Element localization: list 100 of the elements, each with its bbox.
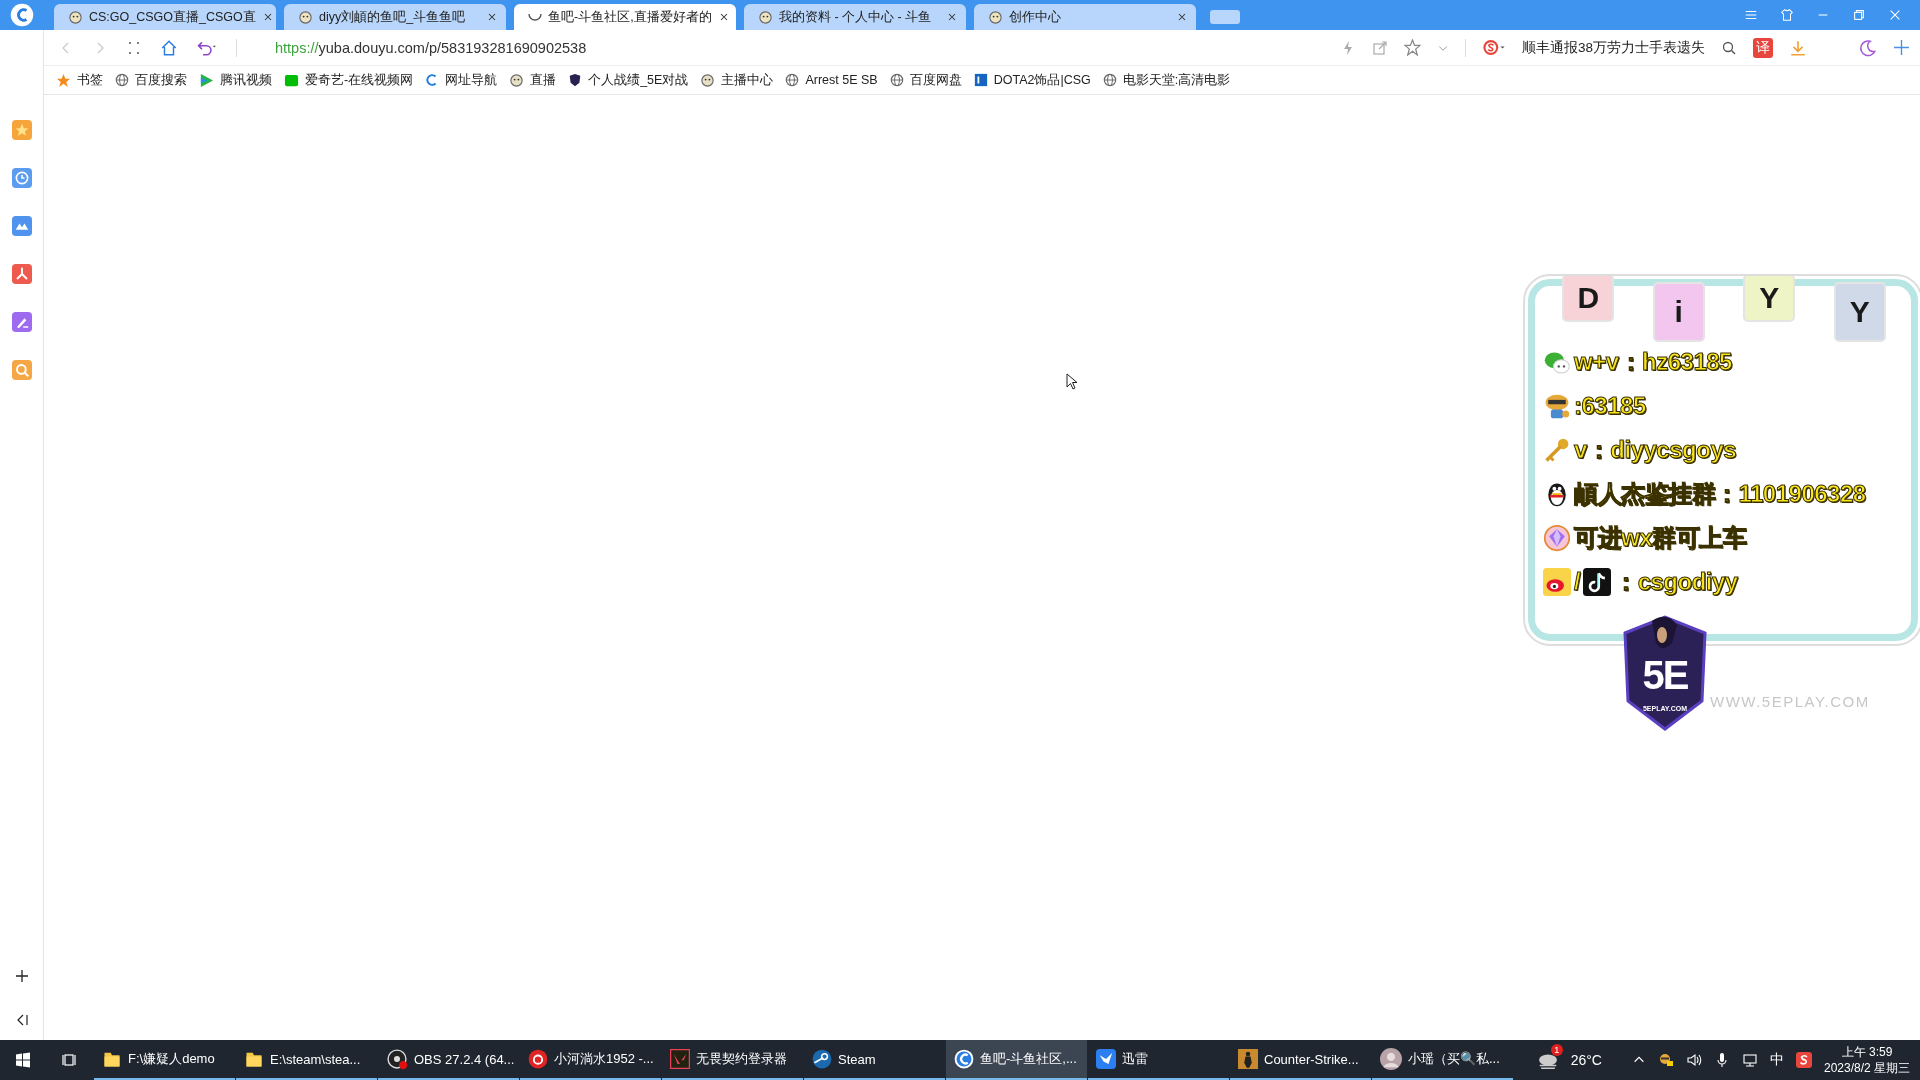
mascot-icon (758, 9, 773, 25)
mascot-icon (700, 72, 716, 88)
browser-tab[interactable]: CS:GO_CSGO直播_CSGO直 (54, 4, 276, 30)
pen-icon[interactable] (11, 312, 32, 332)
globe-icon (889, 73, 904, 87)
mascot-icon (298, 9, 313, 25)
bookmark[interactable]: 主播中心 (700, 71, 774, 89)
restore-icon[interactable] (1852, 8, 1866, 22)
taskbar-item[interactable]: F:\嫌疑人demo (94, 1040, 235, 1080)
shirt-icon[interactable] (1780, 8, 1794, 22)
share-icon[interactable] (1371, 39, 1388, 56)
app-icon (284, 72, 299, 88)
taskbar-item[interactable]: E:\steam\stea... (236, 1040, 377, 1080)
weibo-icon (1543, 568, 1571, 596)
temperature-text[interactable]: 26°C (1570, 1052, 1602, 1068)
play-icon (199, 72, 214, 88)
key-icon (1543, 436, 1571, 464)
overlay-text: ：csgodiyy (1614, 567, 1738, 597)
globe-icon (785, 73, 800, 87)
translate-button[interactable]: 译 (1753, 37, 1773, 58)
overlay-text: / (1574, 568, 1581, 596)
star-outline-icon[interactable] (1403, 39, 1421, 56)
square-icon (973, 73, 988, 87)
website-text: WWW.5EPLAY.COM (1710, 693, 1870, 710)
bookmark[interactable]: 书签 (56, 71, 103, 89)
mascot-icon (509, 72, 525, 88)
cloud-icon[interactable] (11, 216, 32, 236)
music-note-icon (1583, 568, 1612, 596)
bookmark[interactable]: 百度搜索 (115, 71, 187, 89)
browser-icon (954, 1049, 974, 1069)
letter-card: Y (1833, 282, 1886, 342)
menu-icon[interactable] (1744, 8, 1758, 22)
bookmark[interactable]: 爱奇艺-在线视频网 (284, 71, 414, 89)
bookmark[interactable]: 腾讯视频 (199, 71, 272, 89)
bookmark[interactable]: 百度网盘 (889, 71, 962, 89)
overlay-text: 可进wx群可上车 (1574, 523, 1746, 553)
address-field[interactable]: https://yuba.douyu.com/p/583193281690902538 (275, 39, 587, 56)
steam-icon (812, 1049, 832, 1069)
letter-card: D (1562, 274, 1615, 322)
mascot-icon (988, 9, 1003, 25)
browser-tab[interactable]: 鱼吧-斗鱼社区,直播爱好者的 (514, 4, 736, 30)
bookmark[interactable]: 网址导航 (425, 71, 498, 89)
bookmark[interactable]: 直播 (509, 71, 557, 89)
clock[interactable]: 上午 3:59 2023/8/2 星期三 (1823, 1044, 1910, 1076)
dots-icon[interactable] (126, 39, 142, 56)
input-method-icon[interactable] (1795, 1052, 1812, 1068)
shield-icon (568, 73, 583, 87)
network-icon[interactable] (1741, 1052, 1758, 1068)
bird-icon (1096, 1049, 1116, 1069)
input-method-indicator[interactable]: 中 (1769, 1051, 1784, 1069)
close-icon[interactable] (1176, 11, 1188, 23)
browser-tab[interactable]: 我的资料 - 个人中心 - 斗鱼 (744, 4, 966, 30)
close-icon[interactable] (946, 11, 958, 23)
taskbar-item[interactable]: OBS 27.2.4 (64... (378, 1040, 519, 1080)
mascot-icon (68, 9, 83, 25)
taskbar-item[interactable]: 无畏契约登录器 (662, 1040, 803, 1080)
speaker-icon[interactable] (1685, 1052, 1702, 1068)
search-engine-icon[interactable] (1481, 39, 1506, 56)
clock-icon[interactable] (11, 168, 32, 188)
bookmark[interactable]: 个人战绩_5E对战 (568, 71, 689, 89)
star-icon (56, 72, 71, 88)
search-icon[interactable] (1721, 39, 1737, 56)
spinner-icon (528, 13, 542, 21)
obs-icon (386, 1048, 408, 1070)
moon-icon[interactable] (1859, 38, 1877, 57)
raccoon-icon (1543, 392, 1571, 420)
taskbar-item[interactable]: Steam (804, 1040, 945, 1080)
soldier-icon (1238, 1049, 1258, 1069)
taskbar-item[interactable]: 迅雷 (1088, 1040, 1229, 1080)
gem-icon (1543, 524, 1571, 552)
bookmark[interactable]: Arrest 5E SB (785, 73, 878, 87)
globe-icon (1102, 73, 1117, 87)
letter-card: Y (1743, 274, 1796, 322)
close-icon[interactable] (486, 11, 498, 23)
avatar-icon (1380, 1048, 1402, 1070)
music-app-icon (528, 1049, 548, 1069)
taskbar-item[interactable]: 小河淌水1952 -... (520, 1040, 661, 1080)
taskbar-item[interactable]: Counter-Strike... (1230, 1040, 1371, 1080)
taskbar-item[interactable]: 小瑶（买🔍私... (1372, 1040, 1513, 1080)
home-icon[interactable] (160, 38, 178, 57)
overlay-text: 頔人杰鉴挂群：1101906328 (1574, 479, 1866, 509)
overlay-text: v：diyycsgoys (1574, 435, 1737, 465)
plus-icon[interactable] (13, 968, 30, 984)
pdf-icon[interactable] (11, 264, 32, 284)
taskbar-item[interactable]: 鱼吧-斗鱼社区,... (946, 1040, 1087, 1080)
logo-text: 5E (1641, 653, 1689, 698)
globe-icon (115, 73, 129, 87)
overlay-text: w+v：hz63185 (1574, 347, 1732, 377)
browser-logo-icon[interactable] (10, 3, 34, 27)
bookmark[interactable]: DOTA2饰品|CSG (973, 71, 1091, 89)
plus-icon[interactable] (1893, 39, 1910, 56)
bookmark[interactable]: 电影天堂:高清电影 (1102, 71, 1231, 89)
cursor-icon (1066, 373, 1078, 390)
browser-tab[interactable]: 创作中心 (974, 4, 1196, 30)
mascot-icon[interactable] (1657, 1052, 1674, 1068)
browser-tab[interactable]: diyy刘頔的鱼吧_斗鱼鱼吧 (284, 4, 506, 30)
download-icon[interactable] (1789, 38, 1807, 57)
windows-icon[interactable] (15, 1052, 31, 1068)
task-view-icon[interactable] (62, 1052, 78, 1068)
search-suggestion[interactable]: 顺丰通报38万劳力士手表遗失 (1521, 38, 1705, 57)
